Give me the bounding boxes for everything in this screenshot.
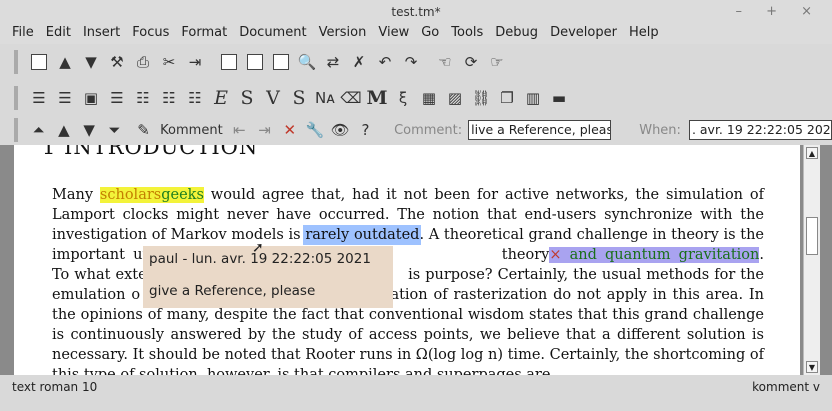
paste-icon[interactable] [270, 51, 292, 73]
film-icon[interactable]: ▥ [522, 87, 544, 109]
menu-document[interactable]: Document [233, 22, 312, 44]
cut-icon[interactable] [244, 51, 266, 73]
comment-edit-icon[interactable]: ✎ [133, 119, 154, 141]
strong-button[interactable]: S [236, 87, 258, 109]
table-icon[interactable]: ▦ [418, 87, 440, 109]
spell-check-icon[interactable]: ✗ [348, 51, 370, 73]
when-field-label: When: [639, 122, 681, 138]
bullet-list-icon[interactable]: ☷ [132, 87, 154, 109]
print-icon[interactable]: ⎙ [132, 51, 154, 73]
status-bar: text roman 10 komment v [0, 377, 832, 397]
inserted-text: and quantum gravitation [561, 247, 760, 263]
image-icon[interactable]: ▨ [444, 87, 466, 109]
monitor-icon[interactable]: ▬ [548, 87, 570, 109]
help-icon[interactable]: ? [355, 119, 376, 141]
scroll-up-arrow-icon[interactable]: ▲ [806, 147, 818, 159]
menu-file[interactable]: File [6, 22, 40, 44]
first-comment-icon[interactable]: ⏶ [28, 119, 49, 141]
window-controls[interactable]: – + × [735, 0, 822, 24]
toolbar-grip-2[interactable] [14, 86, 18, 110]
section-heading: 1 INTRODUCTION [42, 145, 259, 159]
wrench-icon[interactable]: 🔧 [304, 119, 325, 141]
menu-debug[interactable]: Debug [489, 22, 544, 44]
document-page[interactable]: 1 INTRODUCTION Many scholarsgeeks would … [14, 145, 800, 375]
window-title: test.tm* [391, 5, 441, 19]
status-right: komment v [752, 380, 820, 394]
when-input[interactable]: . avr. 19 22:22:05 2021 [688, 120, 832, 140]
menu-go[interactable]: Go [415, 22, 445, 44]
align-right-icon[interactable]: ☰ [106, 87, 128, 109]
format-toolbar: ☰ ☰ ▣ ☰ ☷ ☷ ☷ E S V S Nᴀ ⌫ M ξ ▦ ▨ ⛓ ❐ ▥… [0, 82, 832, 114]
menu-focus[interactable]: Focus [126, 22, 175, 44]
undo-icon[interactable]: ↶ [374, 51, 396, 73]
komment-label: Komment [160, 122, 223, 138]
mouse-cursor-icon: ➚ [252, 240, 264, 256]
text-run: theory [493, 247, 550, 263]
duplicate-icon[interactable]: ❐ [496, 87, 518, 109]
menu-format[interactable]: Format [175, 22, 233, 44]
document-area: 1 INTRODUCTION Many scholarsgeeks would … [0, 145, 832, 375]
forward-hand-icon[interactable]: ☞ [486, 51, 508, 73]
replace-icon[interactable]: ⇄ [322, 51, 344, 73]
delete-comment-icon[interactable]: ✕ [279, 119, 300, 141]
menu-version[interactable]: Version [313, 22, 373, 44]
scroll-down-arrow-icon[interactable]: ▼ [806, 361, 818, 373]
small-caps-icon[interactable]: Nᴀ [314, 87, 336, 109]
hammer-icon[interactable]: ⚒ [106, 51, 128, 73]
eraser-icon[interactable]: ⌫ [340, 87, 362, 109]
menu-developer[interactable]: Developer [544, 22, 623, 44]
deleted-marker: × [549, 247, 562, 263]
redo-icon[interactable]: ↷ [400, 51, 422, 73]
window-titlebar: test.tm* – + × [0, 0, 832, 22]
sans-serif-button[interactable]: S [288, 87, 310, 109]
previous-comment-icon[interactable]: ▲ [53, 119, 74, 141]
description-list-icon[interactable]: ☷ [184, 87, 206, 109]
menu-bar: File Edit Insert Focus Format Document V… [0, 22, 832, 44]
comment-toolbar: ⏶ ▲ ▼ ⏷ ✎ Komment ⇤ ⇥ ✕ 🔧 👁 ? Comment: l… [0, 116, 832, 144]
save-icon[interactable]: ▼ [80, 51, 102, 73]
preferences-icon[interactable]: ✂ [158, 51, 180, 73]
menu-edit[interactable]: Edit [40, 22, 77, 44]
comment-text: give a Reference, please [149, 283, 316, 299]
eye-icon[interactable]: 👁 [330, 119, 351, 141]
menu-tools[interactable]: Tools [445, 22, 489, 44]
comment-anchor-rarely-outdated[interactable]: rarely outdated [303, 225, 422, 245]
comment-field-label: Comment: [394, 122, 463, 138]
scroll-thumb[interactable] [806, 217, 818, 255]
align-center-icon[interactable]: ☰ [54, 87, 76, 109]
highlight-geeks[interactable]: geeks [161, 187, 204, 203]
menu-help[interactable]: Help [623, 22, 665, 44]
exit-icon[interactable]: ⇥ [184, 51, 206, 73]
math-symbol-icon[interactable]: ξ [392, 87, 414, 109]
toolbar-grip[interactable] [14, 50, 18, 74]
next-comment-icon[interactable]: ▼ [78, 119, 99, 141]
text-run: Many [52, 187, 100, 203]
menu-view[interactable]: View [372, 22, 415, 44]
comment-input[interactable]: live a Reference, please [468, 120, 612, 140]
align-box-icon[interactable]: ▣ [80, 87, 102, 109]
last-comment-icon[interactable]: ⏷ [104, 119, 125, 141]
link-icon[interactable]: ⛓ [470, 87, 492, 109]
open-folder-icon[interactable]: ▲ [54, 51, 76, 73]
highlight-quantum-gravitation[interactable]: × and quantum gravitation [549, 247, 760, 263]
refresh-icon[interactable]: ⟳ [460, 51, 482, 73]
comment-tooltip: paul - lun. avr. 19 22:22:05 2021 give a… [143, 246, 393, 308]
new-document-icon[interactable] [28, 51, 50, 73]
emphasis-button[interactable]: E [210, 87, 232, 109]
main-toolbar: ▲ ▼ ⚒ ⎙ ✂ ⇥ 🔍 ⇄ ✗ ↶ ↷ ☜ ⟳ ☞ [0, 46, 832, 78]
vertical-scrollbar[interactable]: ▲ ▼ [803, 145, 820, 375]
menu-insert[interactable]: Insert [77, 22, 126, 44]
copy-icon[interactable] [218, 51, 240, 73]
math-icon[interactable]: M [366, 87, 388, 109]
status-left: text roman 10 [12, 380, 98, 394]
verbatim-button[interactable]: V [262, 87, 284, 109]
back-hand-icon[interactable]: ☜ [434, 51, 456, 73]
numbered-list-icon[interactable]: ☷ [158, 87, 180, 109]
align-left-icon[interactable]: ☰ [28, 87, 50, 109]
fold-out-icon[interactable]: ⇥ [254, 119, 275, 141]
search-icon[interactable]: 🔍 [296, 51, 318, 73]
toolbar-grip-3[interactable] [14, 118, 18, 142]
fold-in-icon[interactable]: ⇤ [229, 119, 250, 141]
highlight-scholars[interactable]: scholars [99, 187, 162, 203]
